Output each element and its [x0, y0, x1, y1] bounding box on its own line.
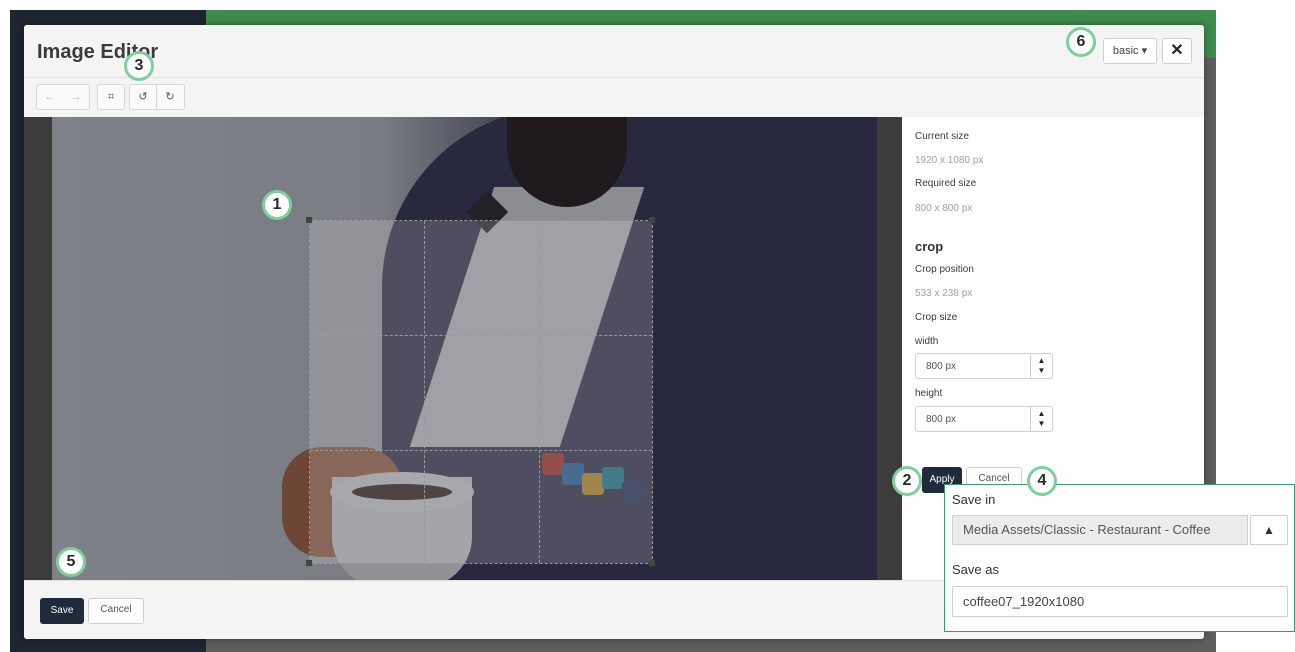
save-in-label: Save in: [952, 492, 996, 507]
photo: [52, 117, 877, 580]
history-group: ← →: [36, 84, 90, 110]
callout-1: 1: [262, 190, 292, 220]
crop-area[interactable]: [309, 220, 653, 564]
callout-4: 4: [1027, 466, 1057, 496]
width-input[interactable]: 800 px ▲ ▼: [915, 353, 1053, 379]
current-size-label: Current size: [915, 131, 969, 142]
callout-2: 2: [892, 466, 922, 496]
close-icon: ✕: [1170, 42, 1184, 59]
rotate-right-icon[interactable]: ↻: [157, 85, 183, 109]
undo-icon[interactable]: ←: [37, 85, 63, 109]
height-stepper-icon[interactable]: ▲ ▼: [1030, 407, 1052, 431]
cancel-button[interactable]: Cancel: [88, 598, 144, 624]
close-button[interactable]: ✕: [1162, 38, 1192, 64]
folder-open-icon[interactable]: ▲: [1250, 515, 1288, 545]
save-location-panel: Save in Media Assets/Classic - Restauran…: [944, 484, 1295, 632]
mode-dropdown[interactable]: basic ▾: [1103, 38, 1157, 64]
editor-toolbar: ← → ⌗ ↺ ↻: [24, 77, 1204, 118]
height-input[interactable]: 800 px ▲ ▼: [915, 406, 1053, 432]
height-value: 800 px: [926, 414, 957, 425]
rotate-group: ↺ ↻: [129, 84, 185, 110]
callout-3: 3: [124, 51, 154, 81]
crop-handle-bottom-left[interactable]: [306, 560, 312, 566]
crop-size-label: Crop size: [915, 312, 958, 323]
callout-6: 6: [1066, 27, 1096, 57]
modal-header: Image Editor basic ▾ ✕: [24, 25, 1204, 77]
redo-icon[interactable]: →: [63, 85, 89, 109]
crop-heading: crop: [915, 239, 944, 254]
save-as-label: Save as: [952, 562, 999, 577]
crop-position-label: Crop position: [915, 264, 974, 275]
width-label: width: [915, 336, 939, 347]
crop-handle-bottom-right[interactable]: [649, 560, 655, 566]
width-stepper-icon[interactable]: ▲ ▼: [1030, 354, 1052, 378]
rotate-left-icon[interactable]: ↺: [130, 85, 156, 109]
save-as-input[interactable]: coffee07_1920x1080: [952, 586, 1288, 617]
crop-icon[interactable]: ⌗: [98, 85, 124, 109]
current-size-value: 1920 x 1080 px: [915, 155, 984, 166]
crop-handle-top-left[interactable]: [306, 217, 312, 223]
save-button[interactable]: Save: [40, 598, 84, 624]
crop-handle-top-right[interactable]: [649, 217, 655, 223]
crop-position-value: 533 x 238 px: [915, 288, 973, 299]
image-canvas[interactable]: [24, 117, 902, 580]
height-label: height: [915, 388, 943, 399]
crop-tool-group: ⌗: [97, 84, 125, 110]
save-in-path: Media Assets/Classic - Restaurant - Coff…: [952, 515, 1248, 545]
required-size-value: 800 x 800 px: [915, 203, 973, 214]
width-value: 800 px: [926, 361, 957, 372]
required-size-label: Required size: [915, 178, 977, 189]
callout-5: 5: [56, 547, 86, 577]
